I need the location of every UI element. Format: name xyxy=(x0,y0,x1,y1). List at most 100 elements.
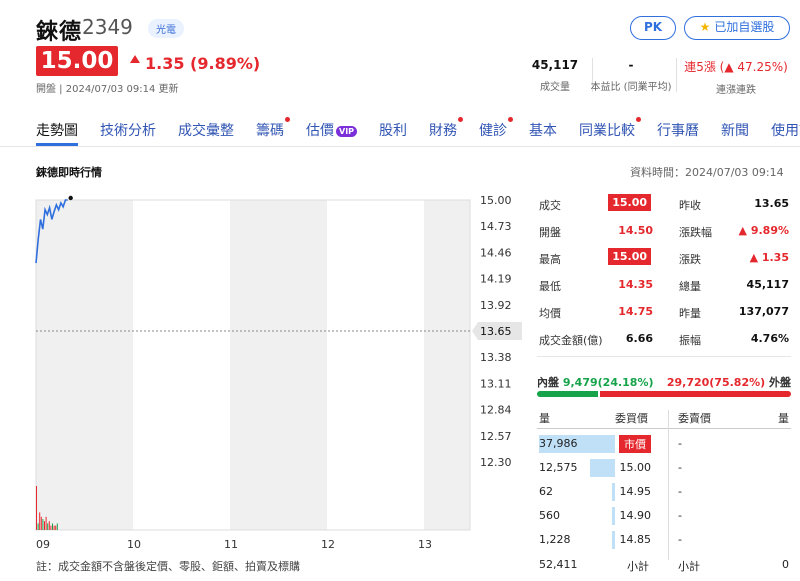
divider xyxy=(676,58,677,92)
tab-label: 估價 xyxy=(306,123,334,139)
stat-volume: 45,117 成交量 xyxy=(520,58,590,93)
tab-item[interactable]: 基本 xyxy=(529,120,557,144)
reference-price-label: 13.65 xyxy=(480,325,512,338)
stat-label: 成交量 xyxy=(540,82,570,93)
tab-label: 財務 xyxy=(429,123,458,139)
quote-row: 最低 14.35 總量 45,117 xyxy=(537,273,793,299)
tab-label: 行事曆 xyxy=(657,123,700,139)
outer-bar xyxy=(600,391,791,397)
volume-bar xyxy=(42,519,44,530)
tab-label: 走勢圖 xyxy=(36,123,78,139)
stat-value: 45,117 xyxy=(531,58,579,72)
quote-value: 4.76% xyxy=(750,332,789,345)
quote-label: 昨收 xyxy=(679,199,701,212)
up-arrow-icon xyxy=(130,55,140,63)
volume-bar xyxy=(52,523,53,530)
orderbook-row: 12,575 15.00 - xyxy=(537,457,793,481)
orderbook-row: 62 14.95 - xyxy=(537,481,793,505)
tab-item[interactable]: 走勢圖 xyxy=(36,120,78,144)
notification-dot xyxy=(636,117,642,122)
last-price-dot xyxy=(68,195,73,201)
quote-label: 均價 xyxy=(539,307,561,320)
volume-bar xyxy=(48,521,50,530)
ask-price: - xyxy=(678,485,682,498)
quote-label: 漲跌 xyxy=(679,253,701,266)
bid-volume: 37,986 xyxy=(539,437,578,450)
volume-bar xyxy=(36,486,37,530)
quote-row: 成交 15.00 昨收 13.65 xyxy=(537,192,793,218)
quote-row: 最高 15.00 漲跌 ▲ 1.35 xyxy=(537,246,793,272)
tab-item[interactable]: 技術分析 xyxy=(100,120,156,144)
outer-value: 29,720 xyxy=(666,376,710,389)
tab-label: 基本 xyxy=(529,123,558,139)
stock-code: 2349 xyxy=(82,15,133,39)
bid-volume: 12,575 xyxy=(539,461,578,474)
hour-band xyxy=(424,200,470,530)
bid-price: 市價 xyxy=(619,435,651,453)
y-tick-label: 13.11 xyxy=(480,377,512,390)
intraday-chart[interactable]: 15.00 14.73 14.46 14.19 13.92 13.65 13.38 13.11… xyxy=(30,190,530,550)
section-title: 錸德即時行情 xyxy=(36,166,102,179)
footnote: 註：成交金額不含盤後定價、零股、鉅額、拍賣及標購 xyxy=(36,560,300,573)
col-bid-price: 委買價 xyxy=(615,412,648,425)
bid-price: 14.85 xyxy=(619,533,652,546)
volume-bar xyxy=(37,523,39,530)
tab-bar: 走勢圖 技術分析 成交彙整 籌碼 估價VIP 股利 財務 健診 基本 同業比較 行事曆 新聞 使用說明 xyxy=(36,117,800,144)
quote-label: 成交 xyxy=(539,199,561,212)
volume-bar xyxy=(55,525,57,530)
bid-volume: 1,228 xyxy=(539,533,571,546)
inner-pct: (24.18%) xyxy=(597,376,654,389)
tab-item[interactable]: 財務 xyxy=(429,117,464,144)
volume-bar xyxy=(50,525,52,530)
quote-label: 最低 xyxy=(539,280,561,293)
notification-dot xyxy=(285,117,290,122)
stat-pe: - 本益比 (同業平均) xyxy=(586,58,676,93)
volume-bar xyxy=(611,531,615,549)
x-tick-label: 13 xyxy=(418,538,432,550)
x-tick-label: 10 xyxy=(127,538,141,550)
tab-item[interactable]: 股利 xyxy=(379,120,407,144)
tab-item[interactable]: 同業比較 xyxy=(579,117,642,144)
tab-item[interactable]: 估價 VIP xyxy=(306,120,358,144)
ask-price: - xyxy=(678,461,682,474)
tab-item[interactable]: 成交彙整 xyxy=(178,120,234,144)
orderbook-row: 1,228 14.85 - xyxy=(537,529,793,553)
star-icon: ★ xyxy=(699,20,711,34)
volume-bar xyxy=(612,483,615,501)
tab-label: 使用說明 xyxy=(771,123,800,139)
watchlist-label: 已加自選股 xyxy=(714,20,775,34)
inner-value: 9,479 xyxy=(562,376,598,389)
pk-button[interactable]: PK xyxy=(630,16,676,40)
tab-item[interactable]: 使用說明 xyxy=(771,120,800,144)
stat-label: 連漲連跌 xyxy=(716,85,756,96)
tab-item[interactable]: 健診 xyxy=(479,117,514,144)
volume-bar xyxy=(56,523,58,530)
inner-outer-ratio: 內盤 9,479(24.18%) 29,720(75.82%) 外盤 xyxy=(537,374,793,390)
tab-label: 同業比較 xyxy=(579,123,636,139)
volume-bar xyxy=(589,459,615,477)
tab-label: 新聞 xyxy=(721,123,750,139)
quote-value: ▲ 1.35 xyxy=(749,251,789,264)
tab-item[interactable]: 新聞 xyxy=(721,120,749,144)
quote-label: 昨量 xyxy=(679,307,701,320)
divider xyxy=(537,428,791,429)
ratio-bar xyxy=(537,391,791,397)
stat-streak: 連5漲 (▲ 47.25%) 連漲連跌 xyxy=(680,58,792,96)
quote-label: 最高 xyxy=(539,253,561,266)
notification-dot xyxy=(458,117,464,122)
total-bid-volume: 52,411 xyxy=(539,558,578,571)
add-watchlist-button[interactable]: ★ 已加自選股 xyxy=(684,16,790,40)
y-tick-label: 15.00 xyxy=(480,194,512,207)
ask-subtotal-label: 小計 xyxy=(678,560,700,573)
ask-price: - xyxy=(678,437,682,450)
tab-item[interactable]: 行事曆 xyxy=(657,120,699,144)
price-change: 1.35 (9.89%) xyxy=(145,54,261,73)
orderbook-header: 量 委買價 委賣價 量 xyxy=(537,410,793,430)
tab-item[interactable]: 籌碼 xyxy=(256,117,290,144)
inner-label: 內盤 xyxy=(537,376,559,389)
y-tick-label: 13.92 xyxy=(480,299,512,312)
y-tick-label: 13.38 xyxy=(480,351,512,364)
sector-tag[interactable]: 光電 xyxy=(148,19,184,38)
tab-label: 籌碼 xyxy=(256,123,284,139)
y-tick-label: 12.84 xyxy=(480,404,512,417)
